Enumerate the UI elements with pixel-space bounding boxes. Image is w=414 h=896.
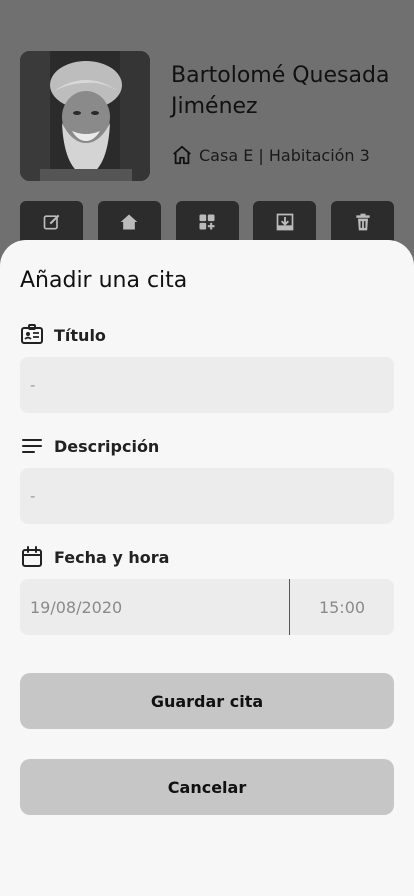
add-appointment-sheet: Añadir una cita Título - Descripción - F… [0,240,414,896]
description-input[interactable]: - [20,468,394,524]
trash-icon [355,213,370,231]
cancel-button[interactable]: Cancelar [20,759,394,815]
profile-photo [20,51,150,181]
description-field-label: Descripción [20,434,159,458]
calendar-icon [22,546,42,567]
edit-icon [43,214,59,230]
title-field-label-text: Título [54,325,106,345]
lines-icon [22,439,42,453]
profile-location: Casa E | Habitación 3 [171,144,370,166]
datetime-input-row: 19/08/2020 15:00 [20,579,394,635]
id-card-icon [21,324,43,344]
description-field-label-text: Descripción [54,436,160,456]
title-input[interactable]: - [20,357,394,413]
time-input[interactable]: 15:00 [290,579,394,635]
apps-add-icon [199,214,215,230]
profile-name: Bartolomé Quesada Jiménez [171,63,390,119]
home-icon [120,214,138,230]
datetime-field-label: Fecha y hora [20,545,169,569]
sheet-title: Añadir una cita [20,268,188,293]
elderly-man-portrait-icon [20,51,150,181]
save-appointment-button[interactable]: Guardar cita [20,673,394,729]
home-outline-icon [173,145,191,165]
profile-location-text: Casa E | Habitación 3 [199,145,370,165]
title-field-label: Título [20,323,106,347]
date-input[interactable]: 19/08/2020 [20,579,289,635]
datetime-field-label-text: Fecha y hora [54,547,170,567]
download-icon [276,213,294,231]
